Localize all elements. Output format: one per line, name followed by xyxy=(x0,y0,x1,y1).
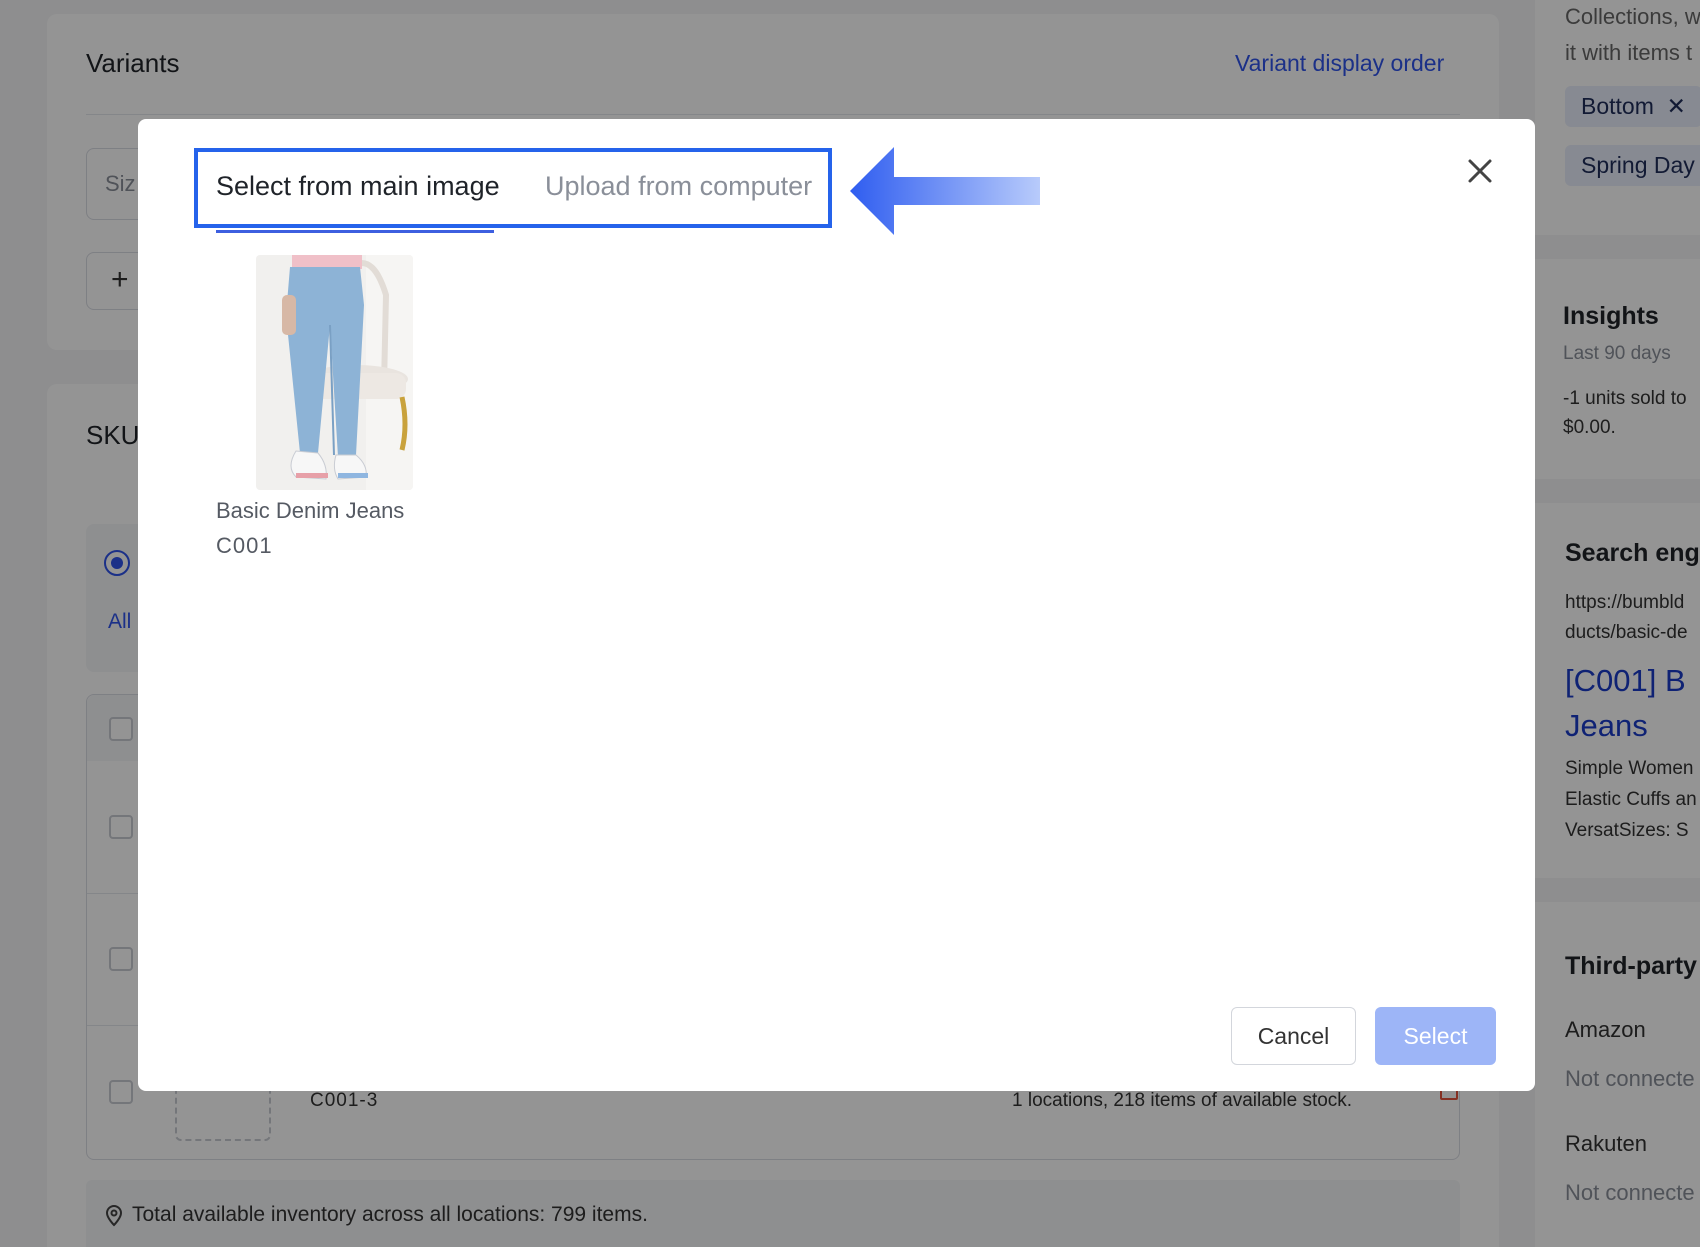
cancel-button[interactable]: Cancel xyxy=(1231,1007,1356,1065)
tab-upload-from-computer[interactable]: Upload from computer xyxy=(545,171,812,202)
product-sku: C001 xyxy=(216,533,273,558)
select-button[interactable]: Select xyxy=(1375,1007,1496,1065)
jeans-photo-icon xyxy=(256,255,413,490)
product-name: Basic Denim Jeans xyxy=(216,498,405,523)
arrow-left-icon xyxy=(850,147,1040,235)
tab-select-from-main-image[interactable]: Select from main image xyxy=(216,171,500,202)
close-icon[interactable] xyxy=(1458,149,1502,193)
image-select-dialog: Select from main image Upload from compu… xyxy=(138,119,1535,1091)
product-image-thumbnail[interactable] xyxy=(256,255,413,490)
active-tab-indicator xyxy=(216,230,494,233)
